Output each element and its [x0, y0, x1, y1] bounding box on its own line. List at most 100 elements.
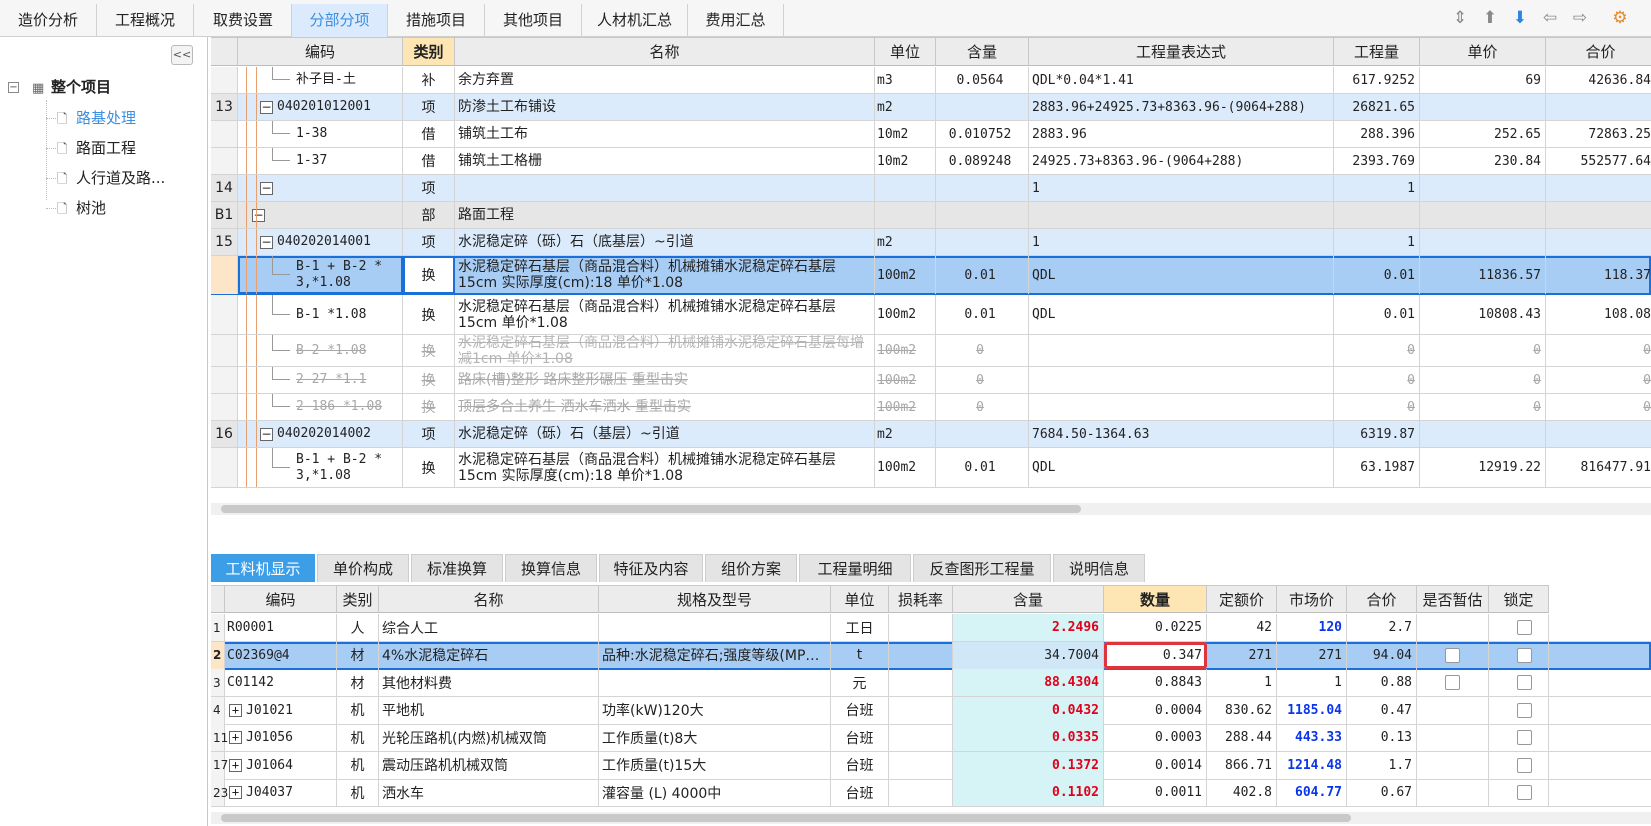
collapse-sidebar-button[interactable]: <<	[171, 45, 193, 65]
name-cell[interactable]: 路床(槽)整形 路床整形碾压 重型击实	[455, 367, 875, 393]
unit-cell[interactable]: 10m2	[875, 148, 936, 174]
lock-checkbox[interactable]	[1517, 675, 1532, 690]
column-header-0[interactable]	[211, 38, 238, 66]
content-cell[interactable]: 0.089248	[936, 148, 1029, 174]
lock-cell[interactable]	[1489, 614, 1549, 641]
lock-checkbox[interactable]	[1517, 620, 1532, 635]
base-price-cell[interactable]: 42	[1207, 614, 1277, 641]
unit-price-cell[interactable]	[1420, 175, 1546, 201]
unit-cell[interactable]: 台班	[831, 779, 889, 806]
code-cell[interactable]: + J01056	[225, 724, 337, 751]
expand-toggle[interactable]: +	[229, 731, 242, 744]
unit-price-cell[interactable]: 0	[1420, 367, 1546, 393]
loss-rate-cell[interactable]	[889, 669, 953, 696]
resource-row[interactable]: 11 + J01056 机光轮压路机(内燃)机械双筒 工作质量(t)8大 台班 0.0335…	[211, 724, 1651, 752]
content-cell[interactable]: 0	[936, 367, 1029, 393]
total-cell[interactable]: 42636.84	[1546, 67, 1651, 93]
quantity-cell[interactable]: 0.0014	[1104, 751, 1207, 779]
unit-price-cell[interactable]: 0	[1420, 394, 1546, 420]
content-cell[interactable]: 0.1372	[953, 751, 1104, 779]
upper-horizontal-scrollbar[interactable]	[211, 503, 1651, 515]
unit-price-cell[interactable]: 230.84	[1420, 148, 1546, 174]
quantity-cell[interactable]: 6319.87	[1334, 421, 1420, 447]
column-header-6[interactable]: 工程量表达式	[1029, 38, 1334, 66]
resource-header-3[interactable]: 名称	[379, 585, 599, 613]
expression-cell[interactable]: QDL	[1029, 295, 1334, 334]
code-cell[interactable]: B-2 *1.08	[238, 335, 403, 366]
spec-cell[interactable]: 灌容量 (L) 4000中	[599, 779, 831, 806]
name-cell[interactable]: 其他材料费	[379, 669, 599, 696]
type-cell[interactable]: 机	[337, 751, 379, 779]
column-header-2[interactable]: 类别	[403, 38, 455, 66]
code-cell[interactable]: −	[238, 202, 403, 228]
code-cell[interactable]: 补子目-土	[238, 67, 403, 93]
code-cell[interactable]: 1-38	[238, 121, 403, 147]
lock-cell[interactable]	[1489, 696, 1549, 724]
unit-price-cell[interactable]	[1420, 229, 1546, 255]
estimate-cell[interactable]	[1417, 724, 1489, 751]
content-cell[interactable]	[936, 175, 1029, 201]
expression-cell[interactable]: 7684.50-1364.63	[1029, 421, 1334, 447]
type-cell[interactable]: 换	[403, 394, 455, 420]
resource-header-4[interactable]: 规格及型号	[599, 585, 831, 613]
expand-toggle[interactable]: −	[260, 235, 273, 249]
base-price-cell[interactable]: 1	[1207, 669, 1277, 696]
top-tab-1[interactable]: 工程概况	[97, 4, 194, 37]
name-cell[interactable]: 水泥稳定碎（砾）石（底基层）~引道	[455, 229, 875, 255]
unit-cell[interactable]	[875, 175, 936, 201]
expression-cell[interactable]: QDL*0.04*1.41	[1029, 67, 1334, 93]
unit-cell[interactable]: 工日	[831, 614, 889, 641]
name-cell[interactable]: 水泥稳定碎（砾）石（基层）~引道	[455, 421, 875, 447]
type-cell[interactable]: 材	[337, 641, 379, 669]
type-cell[interactable]: 项	[403, 229, 455, 255]
name-cell[interactable]: 水泥稳定碎石基层（商品混合料）机械摊铺水泥稳定碎石基层15cm 单价*1.08	[455, 295, 875, 334]
unit-price-cell[interactable]	[1420, 94, 1546, 120]
code-cell[interactable]: −040202014002	[238, 421, 403, 447]
resource-header-11[interactable]: 合价	[1347, 585, 1417, 613]
content-cell[interactable]: 0.0432	[953, 696, 1104, 724]
market-price-cell[interactable]: 604.77	[1277, 779, 1347, 806]
quantity-cell[interactable]: 0.0011	[1104, 779, 1207, 806]
content-cell[interactable]: 0	[936, 394, 1029, 420]
type-cell[interactable]: 项	[403, 175, 455, 201]
expand-toggle[interactable]: −	[260, 181, 273, 195]
base-price-cell[interactable]: 288.44	[1207, 724, 1277, 751]
expression-cell[interactable]: QDL	[1029, 256, 1334, 294]
expand-toggle[interactable]: −	[260, 100, 273, 114]
table-row[interactable]: B-1 + B-2 * 3,*1.08 换 水泥稳定碎石基层（商品混合料）机械摊铺水…	[211, 256, 1651, 295]
lock-cell[interactable]	[1489, 724, 1549, 751]
name-cell[interactable]: 路面工程	[455, 202, 875, 228]
type-cell[interactable]: 换	[403, 256, 455, 294]
table-row[interactable]: B-1 + B-2 * 3,*1.08 换 水泥稳定碎石基层（商品混合料）机械摊铺水…	[211, 448, 1651, 488]
total-cell[interactable]: 94.04	[1347, 641, 1417, 669]
detail-tab-8[interactable]: 说明信息	[1053, 554, 1145, 582]
type-cell[interactable]: 人	[337, 614, 379, 641]
unit-price-cell[interactable]: 69	[1420, 67, 1546, 93]
total-cell[interactable]: 1.7	[1347, 751, 1417, 779]
unit-cell[interactable]: 100m2	[875, 448, 936, 487]
estimate-cell[interactable]	[1417, 614, 1489, 641]
lock-checkbox[interactable]	[1517, 785, 1532, 800]
column-header-7[interactable]: 工程量	[1334, 38, 1420, 66]
base-price-cell[interactable]: 866.71	[1207, 751, 1277, 779]
table-row[interactable]: 13−040201012001 项防渗土工布铺设 m2 2883.96+24925.7…	[211, 94, 1651, 121]
loss-rate-cell[interactable]	[889, 779, 953, 806]
total-cell[interactable]: 0.88	[1347, 669, 1417, 696]
expression-cell[interactable]: 1	[1029, 175, 1334, 201]
tree-item-0[interactable]: 🗋 路基处理	[57, 106, 136, 130]
quantity-cell[interactable]: 0.347	[1104, 641, 1207, 669]
unit-cell[interactable]: t	[831, 641, 889, 669]
quantity-cell[interactable]: 0.0004	[1104, 696, 1207, 724]
top-tab-6[interactable]: 人材机汇总	[582, 4, 688, 37]
top-tab-3[interactable]: 分部分项	[292, 4, 388, 37]
lock-cell[interactable]	[1489, 641, 1549, 669]
type-cell[interactable]: 材	[337, 669, 379, 696]
table-row[interactable]: 1-38 借 铺筑土工布 10m2 0.010752 2883.96 288.396 252.…	[211, 121, 1651, 148]
resource-row[interactable]: 3 C01142 材其他材料费元 88.4304 0.8843 1 1 0.88	[211, 669, 1651, 697]
unit-price-cell[interactable]	[1420, 421, 1546, 447]
expand-toggle[interactable]: +	[229, 758, 242, 772]
detail-tab-7[interactable]: 反查图形工程量	[913, 554, 1051, 582]
resource-row[interactable]: 2 C02369@4 材 4%水泥稳定碎石 品种:水泥稳定碎石;强度等级(MP… t 34.…	[211, 641, 1651, 670]
content-cell[interactable]: 0.0564	[936, 67, 1029, 93]
unit-cell[interactable]: 100m2	[875, 295, 936, 334]
